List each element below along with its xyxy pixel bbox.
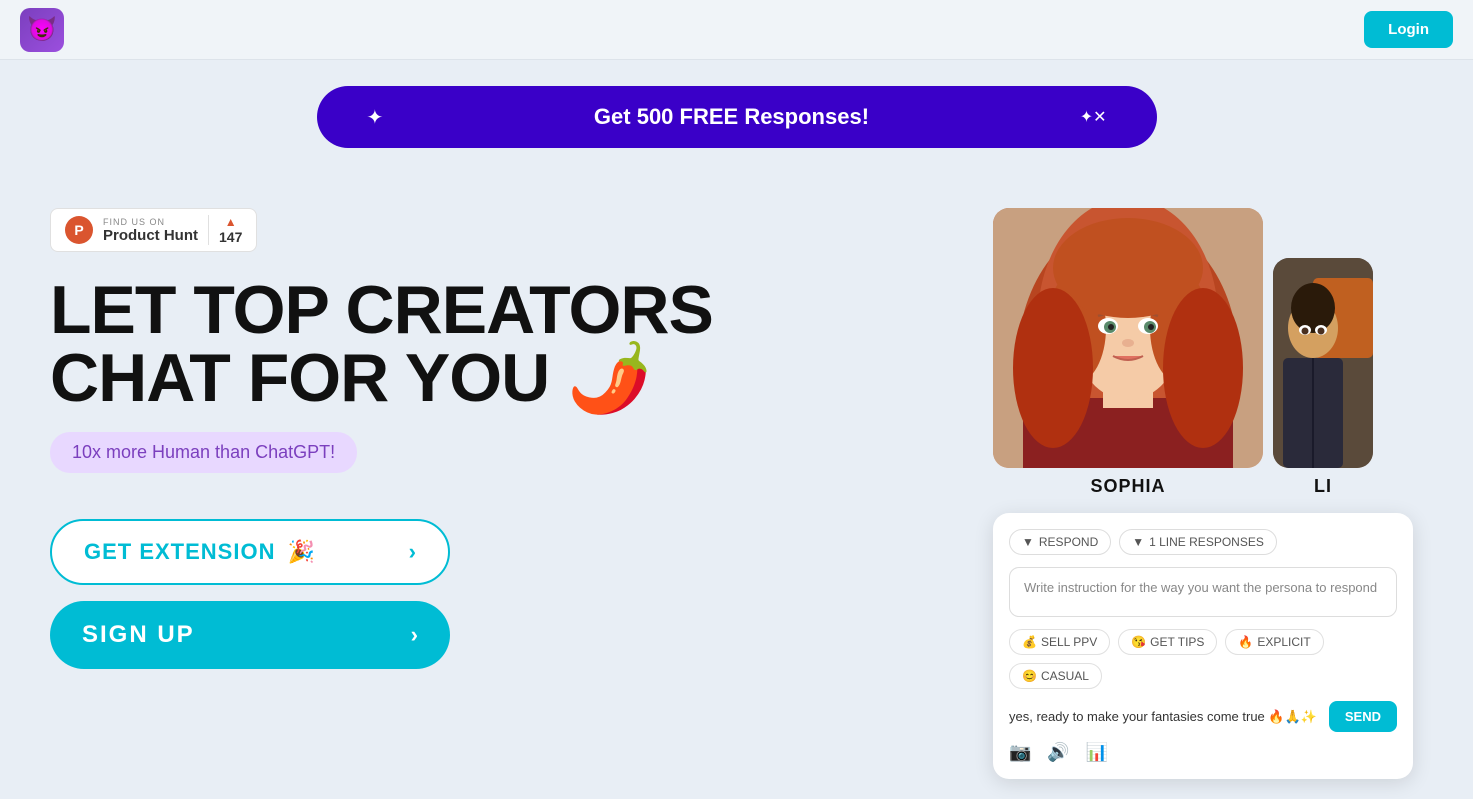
casual-label: CASUAL <box>1041 669 1089 683</box>
chat-message-row: yes, ready to make your fantasies come t… <box>1009 701 1397 732</box>
get-tips-emoji: 😘 <box>1131 635 1146 649</box>
sign-up-button[interactable]: SIGN UP › <box>50 601 450 669</box>
chat-instruction-input[interactable]: Write instruction for the way you want t… <box>1009 567 1397 617</box>
product-hunt-logo: P <box>65 216 93 244</box>
camera-icon[interactable]: 📷 <box>1009 742 1031 763</box>
creator-cards: SOPHIA <box>993 208 1423 497</box>
product-hunt-votes: ▲ 147 <box>219 215 242 245</box>
banner-sparkle-left-icon: ✦ <box>367 105 384 130</box>
responses-arrow-icon: ▼ <box>1132 535 1144 549</box>
chat-message-text: yes, ready to make your fantasies come t… <box>1009 709 1329 725</box>
sophia-portrait-svg <box>993 208 1263 468</box>
chat-controls: ▼ RESPOND ▼ 1 LINE RESPONSES <box>1009 529 1397 555</box>
get-extension-label: GET EXTENSION <box>84 539 275 565</box>
hero-subtitle: 10x more Human than ChatGPT! <box>50 432 357 473</box>
sophia-photo <box>993 208 1263 468</box>
get-extension-btn-left: GET EXTENSION 🎉 <box>84 539 315 565</box>
li-name: LI <box>1314 476 1332 497</box>
chat-widget: ▼ RESPOND ▼ 1 LINE RESPONSES Write instr… <box>993 513 1413 779</box>
sell-ppv-emoji: 💰 <box>1022 635 1037 649</box>
tag-casual[interactable]: 😊 CASUAL <box>1009 663 1102 689</box>
chat-bottom-icons: 📷 🔊 📊 <box>1009 742 1397 763</box>
hero-line1: LET TOP CREATORS <box>50 276 973 344</box>
respond-arrow-icon: ▼ <box>1022 535 1034 549</box>
product-hunt-text: FIND US ON Product Hunt <box>103 217 198 244</box>
vote-count: 147 <box>219 229 242 245</box>
left-column: P FIND US ON Product Hunt ▲ 147 LET TOP … <box>50 208 993 779</box>
chat-instruction-placeholder: Write instruction for the way you want t… <box>1024 580 1377 595</box>
sign-up-label: SIGN UP <box>82 621 195 649</box>
banner-wrapper: ✦ Get 500 FREE Responses! ✦✕ <box>0 60 1473 188</box>
product-hunt-name: Product Hunt <box>103 227 198 244</box>
tag-sell-ppv[interactable]: 💰 SELL PPV <box>1009 629 1110 655</box>
get-extension-emoji: 🎉 <box>287 539 314 565</box>
header: 😈 Login <box>0 0 1473 60</box>
audio-icon[interactable]: 🔊 <box>1047 742 1069 763</box>
li-portrait-svg <box>1273 258 1373 468</box>
banner-text: Get 500 FREE Responses! <box>383 104 1079 130</box>
explicit-label: EXPLICIT <box>1257 635 1310 649</box>
respond-button[interactable]: ▼ RESPOND <box>1009 529 1111 555</box>
login-button[interactable]: Login <box>1364 11 1453 48</box>
main-content: P FIND US ON Product Hunt ▲ 147 LET TOP … <box>0 188 1473 799</box>
tag-explicit[interactable]: 🔥 EXPLICIT <box>1225 629 1323 655</box>
hero-line2: CHAT FOR YOU 🌶️ <box>50 344 973 412</box>
upvote-arrow-icon: ▲ <box>225 215 237 229</box>
banner-close-button[interactable]: ✦✕ <box>1080 107 1107 127</box>
creator-card-sophia[interactable]: SOPHIA <box>993 208 1263 497</box>
product-hunt-find-label: FIND US ON <box>103 217 198 227</box>
sell-ppv-label: SELL PPV <box>1041 635 1097 649</box>
creator-card-li[interactable]: LI <box>1273 258 1373 497</box>
get-extension-chevron-icon: › <box>409 539 416 565</box>
product-hunt-divider <box>208 215 209 245</box>
tag-get-tips[interactable]: 😘 GET TIPS <box>1118 629 1217 655</box>
respond-label: RESPOND <box>1039 535 1098 549</box>
app-logo[interactable]: 😈 <box>20 8 64 52</box>
chart-icon[interactable]: 📊 <box>1086 742 1108 763</box>
sign-up-chevron-icon: › <box>411 622 418 648</box>
casual-emoji: 😊 <box>1022 669 1037 683</box>
hero-headline: LET TOP CREATORS CHAT FOR YOU 🌶️ <box>50 276 973 412</box>
chat-tags: 💰 SELL PPV 😘 GET TIPS 🔥 EXPLICIT 😊 CASUA… <box>1009 629 1397 689</box>
responses-label: 1 LINE RESPONSES <box>1149 535 1264 549</box>
right-column: SOPHIA <box>993 208 1423 779</box>
explicit-emoji: 🔥 <box>1238 635 1253 649</box>
sophia-name: SOPHIA <box>1090 476 1165 497</box>
responses-button[interactable]: ▼ 1 LINE RESPONSES <box>1119 529 1277 555</box>
product-hunt-badge[interactable]: P FIND US ON Product Hunt ▲ 147 <box>50 208 257 252</box>
send-button[interactable]: SEND <box>1329 701 1397 732</box>
get-extension-button[interactable]: GET EXTENSION 🎉 › <box>50 519 450 585</box>
li-photo <box>1273 258 1373 468</box>
promo-banner: ✦ Get 500 FREE Responses! ✦✕ <box>317 86 1157 148</box>
get-tips-label: GET TIPS <box>1150 635 1204 649</box>
